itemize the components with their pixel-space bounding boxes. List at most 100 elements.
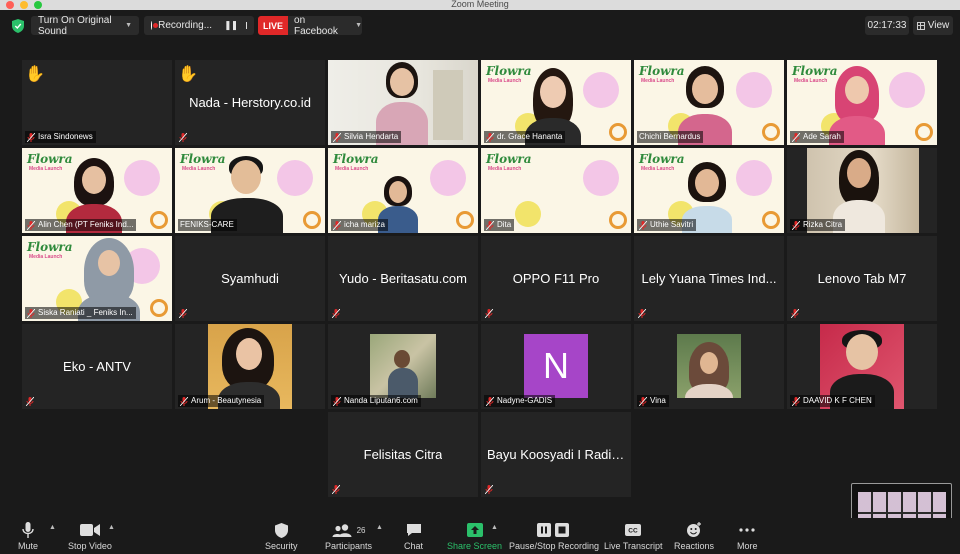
smiley-icon: [686, 522, 702, 538]
participant-name-label: FENIKS-CARE: [178, 219, 237, 231]
mic-muted-icon: [332, 309, 340, 318]
view-button[interactable]: View: [913, 16, 953, 35]
recording-label: Recording...: [158, 20, 213, 31]
reactions-button[interactable]: Reactions: [674, 522, 714, 551]
mute-button[interactable]: Mute: [18, 522, 38, 551]
chat-bubble-icon: [406, 522, 422, 538]
participant-tile[interactable]: Flowra Media Launch icha mariza: [328, 148, 478, 233]
participant-tile[interactable]: Flowra Media Launch Ade Sarah: [787, 60, 937, 145]
live-stream-button[interactable]: LIVE on Facebook ▼: [258, 16, 362, 35]
participant-name-label: Isra Sindonews: [25, 131, 96, 143]
participant-tile[interactable]: Bayu Koosyadi I Radio...: [481, 412, 631, 497]
mic-muted-icon: [792, 220, 800, 230]
encryption-shield-icon[interactable]: [12, 19, 24, 33]
participant-tile[interactable]: Lely Yuana Times Ind...: [634, 236, 784, 321]
raised-hand-icon: ✋: [25, 66, 45, 83]
participant-display-name: Felisitas Citra: [363, 447, 443, 462]
participant-name-label: icha mariza: [331, 219, 388, 231]
participant-tile-active-speaker[interactable]: Flowra Media Launch FENIKS-CARE: [175, 148, 325, 233]
mic-muted-icon: [26, 397, 34, 406]
stop-recording-icon[interactable]: [246, 22, 247, 29]
participant-tile[interactable]: Silvia Hendarta: [328, 60, 478, 145]
mic-muted-icon: [485, 485, 493, 494]
participants-icon: 26: [332, 522, 365, 538]
participant-tile[interactable]: Syamhudi: [175, 236, 325, 321]
mic-muted-icon: [485, 309, 493, 318]
chevron-up-icon[interactable]: ▲: [491, 524, 498, 531]
pause-stop-recording-button[interactable]: Pause/Stop Recording: [509, 522, 599, 551]
window-titlebar: Zoom Meeting: [0, 0, 960, 10]
participant-display-name: OPPO F11 Pro: [512, 271, 600, 286]
chevron-up-icon[interactable]: ▲: [108, 524, 115, 531]
participant-name-label: Siska Raniati _ Feniks In...: [25, 307, 136, 319]
mic-muted-icon: [333, 132, 341, 142]
meeting-topbar: Turn On Original Sound ▼ Recording... ❚❚…: [0, 10, 960, 44]
pause-recording-icon[interactable]: ❚❚: [224, 20, 238, 31]
participant-tile[interactable]: Lenovo Tab M7: [787, 236, 937, 321]
mic-muted-icon: [791, 309, 799, 318]
participant-tile[interactable]: Flowra Media Launch Chichi Bernardus: [634, 60, 784, 145]
participant-name-label: Uthie Savitri: [637, 219, 697, 231]
participant-name-label: Nanda Liputan6.com: [331, 395, 421, 407]
security-button[interactable]: Security: [265, 522, 298, 551]
mic-muted-icon: [180, 396, 188, 406]
participant-tile[interactable]: Rizka Citra: [787, 148, 937, 233]
participant-tile[interactable]: Felisitas Citra: [328, 412, 478, 497]
participant-tile[interactable]: Eko - ANTV: [22, 324, 172, 409]
participant-tile[interactable]: Flowra Media Launch Uthie Savitri: [634, 148, 784, 233]
participant-tile[interactable]: Arum - Beautynesia: [175, 324, 325, 409]
chevron-down-icon: ▼: [125, 22, 132, 29]
participant-name-label: dr. Grace Hananta: [484, 131, 566, 143]
participants-button[interactable]: 26 Participants: [325, 522, 372, 551]
participant-tile[interactable]: Flowra Media Launch Siska Raniati _ Feni…: [22, 236, 172, 321]
stop-video-button[interactable]: Stop Video: [68, 522, 112, 551]
closed-caption-icon: CC: [625, 522, 642, 538]
mic-muted-icon: [333, 220, 341, 230]
more-dots-icon: [739, 522, 755, 538]
participant-display-name: Syamhudi: [221, 271, 279, 286]
participant-display-name: Yudo - Beritasatu.com: [339, 271, 467, 286]
svg-text:CC: CC: [629, 528, 639, 535]
participant-tile[interactable]: OPPO F11 Pro: [481, 236, 631, 321]
participant-tile[interactable]: ✋ Nada - Herstory.co.id: [175, 60, 325, 145]
participant-tile[interactable]: ✋ Isra Sindonews: [22, 60, 172, 145]
share-screen-icon: [466, 522, 483, 538]
chevron-up-icon[interactable]: ▲: [49, 524, 56, 531]
participant-name-label: Dita: [484, 219, 515, 231]
view-label: View: [927, 20, 950, 31]
chevron-down-icon: ▼: [355, 22, 362, 29]
chevron-up-icon[interactable]: ▲: [376, 524, 383, 531]
participant-tile[interactable]: N Nadyne-GADIS: [481, 324, 631, 409]
participant-tile[interactable]: Vina: [634, 324, 784, 409]
recording-indicator: Recording... ❚❚: [144, 16, 254, 35]
participant-name-label: Chichi Bernardus: [637, 131, 704, 143]
participant-tile[interactable]: Yudo - Beritasatu.com: [328, 236, 478, 321]
chat-button[interactable]: Chat: [404, 522, 423, 551]
mic-muted-icon: [27, 132, 35, 142]
profile-photo: [677, 334, 741, 398]
meeting-timer: 02:17:33: [865, 16, 909, 35]
participant-name-label: Ade Sarah: [790, 131, 844, 143]
mic-muted-icon: [333, 396, 341, 406]
participant-name-label: DAAVID K F CHEN: [790, 395, 875, 407]
participant-tile[interactable]: Flowra Media Launch Dita: [481, 148, 631, 233]
live-badge: LIVE: [258, 16, 289, 35]
live-target-label: on Facebook: [294, 16, 338, 35]
more-button[interactable]: More: [737, 522, 758, 551]
participant-name-label: Arum - Beautynesia: [178, 395, 265, 407]
raised-hand-icon: ✋: [178, 66, 198, 83]
video-camera-icon: [79, 522, 100, 538]
participant-tile[interactable]: Flowra Media Launch Alin Chen (PT Feniks…: [22, 148, 172, 233]
mic-muted-icon: [179, 309, 187, 318]
participant-tile[interactable]: Flowra Media Launch dr. Grace Hananta: [481, 60, 631, 145]
participant-tile[interactable]: Nanda Liputan6.com: [328, 324, 478, 409]
participant-name-label: Nadyne-GADIS: [484, 395, 556, 407]
live-transcript-button[interactable]: CC Live Transcript: [604, 522, 663, 551]
record-icon: [151, 21, 159, 30]
mic-muted-icon: [486, 132, 494, 142]
original-sound-button[interactable]: Turn On Original Sound ▼: [31, 15, 139, 37]
mic-muted-icon: [639, 396, 647, 406]
participant-tile[interactable]: DAAVID K F CHEN: [787, 324, 937, 409]
window-title: Zoom Meeting: [451, 0, 509, 9]
shield-icon: [274, 522, 288, 538]
